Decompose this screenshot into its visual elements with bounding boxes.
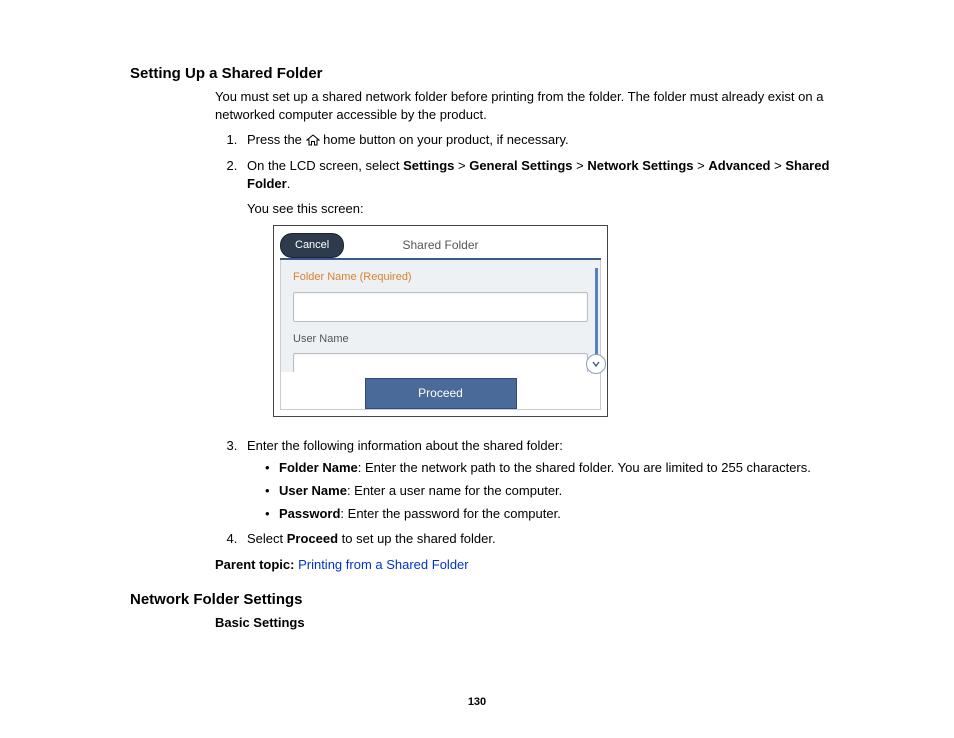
step-3: Enter the following information about th… <box>241 437 834 524</box>
parent-topic-label: Parent topic: <box>215 557 298 572</box>
lcd-footer: Proceed <box>280 372 601 410</box>
step2-pre: On the LCD screen, select <box>247 158 403 173</box>
nav-sep: > <box>694 158 709 173</box>
user-name-label: User Name <box>293 332 588 347</box>
step-4: Select Proceed to set up the shared fold… <box>241 530 834 548</box>
step1-pre: Press the <box>247 132 306 147</box>
nav-period: . <box>287 176 291 191</box>
bullet-folder-name-text: : Enter the network path to the shared f… <box>358 460 811 475</box>
step1-post: home button on your product, if necessar… <box>320 132 569 147</box>
lcd-header: Cancel Shared Folder <box>280 232 601 260</box>
subheading-basic-settings: Basic Settings <box>215 614 834 632</box>
bullet-user-name-label: User Name <box>279 483 347 498</box>
step3-intro: Enter the following information about th… <box>247 438 563 453</box>
bullet-password: Password: Enter the password for the com… <box>265 505 834 523</box>
steps-list: Press the home button on your product, i… <box>215 131 834 548</box>
heading-network-folder: Network Folder Settings <box>130 591 834 608</box>
intro-paragraph: You must set up a shared network folder … <box>215 88 834 123</box>
nav-sep: > <box>454 158 469 173</box>
home-icon <box>306 133 320 151</box>
bullet-folder-name: Folder Name: Enter the network path to t… <box>265 459 834 477</box>
page-number: 130 <box>0 696 954 708</box>
bullet-folder-name-label: Folder Name <box>279 460 358 475</box>
step-2: On the LCD screen, select Settings > Gen… <box>241 157 834 417</box>
folder-name-label: Folder Name (Required) <box>293 270 588 285</box>
lcd-screenshot: Cancel Shared Folder Folder Name (Requir… <box>273 225 608 417</box>
bullet-user-name-text: : Enter a user name for the computer. <box>347 483 562 498</box>
nav-settings: Settings <box>403 158 454 173</box>
parent-topic-line: Parent topic: Printing from a Shared Fol… <box>215 556 834 574</box>
nav-advanced: Advanced <box>708 158 770 173</box>
step4-pre: Select <box>247 531 287 546</box>
bullet-user-name: User Name: Enter a user name for the com… <box>265 482 834 500</box>
heading-setting-up: Setting Up a Shared Folder <box>130 65 834 82</box>
step3-bullets: Folder Name: Enter the network path to t… <box>247 459 834 524</box>
proceed-button[interactable]: Proceed <box>365 378 517 409</box>
step4-post: to set up the shared folder. <box>338 531 496 546</box>
nav-network: Network Settings <box>587 158 693 173</box>
step-1: Press the home button on your product, i… <box>241 131 834 151</box>
scroll-down-icon[interactable] <box>586 354 606 374</box>
nav-sep: > <box>771 158 786 173</box>
step4-bold: Proceed <box>287 531 338 546</box>
parent-topic-link[interactable]: Printing from a Shared Folder <box>298 557 469 572</box>
screen-note: You see this screen: <box>247 200 834 218</box>
user-name-input[interactable] <box>293 353 588 372</box>
bullet-password-text: : Enter the password for the computer. <box>340 506 560 521</box>
nav-general: General Settings <box>469 158 572 173</box>
cancel-button[interactable]: Cancel <box>280 233 344 258</box>
folder-name-input[interactable] <box>293 292 588 322</box>
bullet-password-label: Password <box>279 506 340 521</box>
lcd-body: Folder Name (Required) User Name <box>280 260 601 372</box>
nav-sep: > <box>573 158 588 173</box>
